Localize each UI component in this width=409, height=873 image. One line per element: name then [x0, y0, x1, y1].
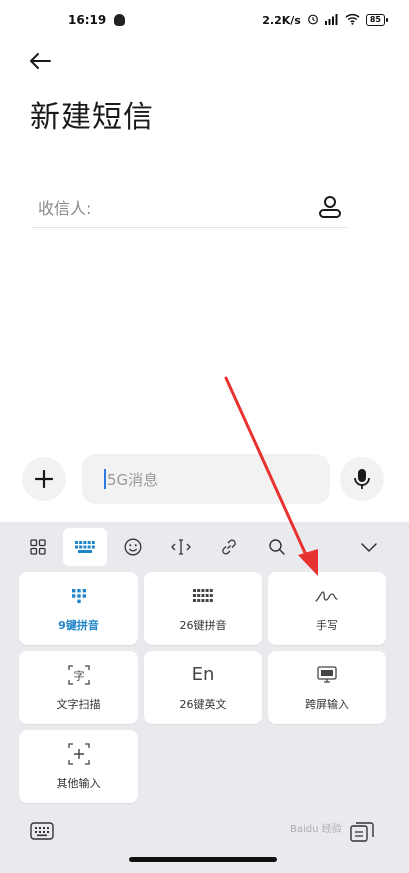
recipient-field[interactable]: 收信人:: [32, 186, 347, 228]
link-icon: [222, 539, 236, 555]
keyboard-toolbar: [0, 522, 409, 570]
key-other-input[interactable]: 其他输入: [19, 730, 138, 803]
battery-indicator: 85: [365, 14, 389, 26]
toolbar-clipboard-button[interactable]: [207, 528, 251, 566]
person-icon: [319, 195, 341, 218]
status-time: 16:19: [68, 13, 107, 27]
voice-input-button[interactable]: [340, 457, 384, 501]
text-cursor: [104, 469, 106, 489]
watermark: Baidu 经验: [290, 824, 342, 835]
toolbar-grid-button[interactable]: [16, 528, 60, 566]
key-26-english[interactable]: En 26键英文: [144, 651, 262, 724]
english-glyph: En: [191, 664, 215, 685]
key-handwriting[interactable]: 手写: [268, 572, 386, 645]
status-right: 2.2K/s 85: [262, 13, 389, 28]
toolbar-emoji-button[interactable]: [111, 528, 155, 566]
twenty-six-key-icon: [193, 585, 213, 607]
toolbar-collapse-button[interactable]: [347, 528, 391, 566]
grid-icon: [30, 539, 46, 555]
key-9-pinyin[interactable]: 9键拼音: [19, 572, 138, 645]
page-title: 新建短信: [30, 100, 154, 135]
key-label: 9键拼音: [58, 618, 99, 632]
keyboard-icon: [30, 822, 54, 840]
toolbar-search-button[interactable]: [255, 528, 299, 566]
signal-icon: [324, 13, 339, 28]
scan-glyph: 字: [73, 668, 84, 682]
network-speed: 2.2K/s: [262, 13, 301, 27]
add-attachment-button[interactable]: [22, 457, 66, 501]
key-label: 其他输入: [56, 776, 101, 790]
cursor-icon: [171, 539, 191, 555]
alarm-icon: [307, 13, 319, 28]
clipboard-icon: [350, 822, 374, 842]
back-arrow-icon: [30, 53, 51, 69]
other-input-icon: [67, 742, 90, 765]
key-label: 26键英文: [179, 697, 227, 711]
contact-picker-button[interactable]: [317, 194, 343, 220]
key-label: 手写: [316, 618, 338, 632]
handwriting-icon: [315, 585, 339, 607]
key-text-scan[interactable]: 字 文字扫描: [19, 651, 138, 724]
key-label: 跨屏输入: [305, 697, 349, 711]
key-label: 26键拼音: [179, 618, 227, 632]
search-icon: [269, 539, 285, 555]
keyboard-switch-button[interactable]: [30, 822, 56, 844]
input-method-panel: 9键拼音 26键拼音 手写 字 文字扫描 En 26键英文 跨屏输入 其他输入: [0, 522, 409, 873]
message-placeholder: 5G消息: [107, 470, 159, 489]
nine-key-icon: [71, 585, 86, 607]
recipient-label: 收信人:: [38, 198, 92, 218]
plus-icon: [35, 470, 53, 488]
toolbar-cursor-button[interactable]: [159, 528, 203, 566]
cross-screen-icon: [317, 664, 337, 686]
microphone-icon: [354, 469, 370, 489]
clipboard-button[interactable]: [350, 822, 376, 844]
back-button[interactable]: [28, 46, 62, 76]
numpad-icon: [75, 541, 95, 553]
message-input[interactable]: 5G消息: [82, 454, 330, 504]
toolbar-keyboard-mode-button[interactable]: [63, 528, 107, 566]
english-key-icon: En: [192, 664, 215, 686]
key-label: 文字扫描: [56, 697, 101, 711]
home-indicator[interactable]: [129, 857, 277, 862]
qq-notification-icon: [114, 14, 126, 26]
key-cross-screen[interactable]: 跨屏输入: [268, 651, 386, 724]
status-bar: 16:19 2.2K/s 85: [0, 0, 409, 40]
emoji-icon: [124, 538, 142, 556]
chevron-down-icon: [361, 543, 377, 553]
text-scan-icon: 字: [67, 664, 90, 686]
wifi-icon: [345, 13, 360, 28]
key-26-pinyin[interactable]: 26键拼音: [144, 572, 262, 645]
